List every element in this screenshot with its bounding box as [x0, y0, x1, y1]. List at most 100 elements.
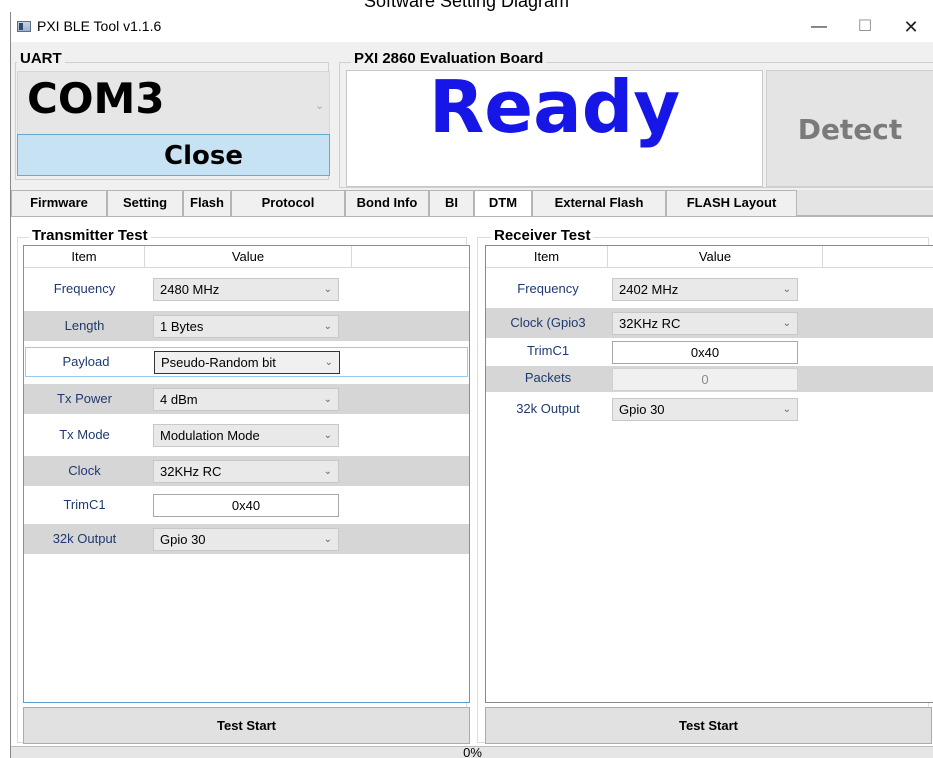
rx-trimc1-input[interactable]: 0x40 — [612, 341, 798, 364]
board-group-title: PXI 2860 Evaluation Board — [351, 50, 547, 67]
trimc1-input[interactable]: 0x40 — [153, 494, 339, 517]
minimize-button[interactable]: — — [796, 12, 842, 42]
chevron-down-icon: ⌄ — [782, 404, 791, 415]
tab-bi[interactable]: BI — [429, 190, 474, 216]
close-window-button[interactable]: ✕ — [888, 12, 933, 42]
dtm-tab-content: Transmitter Test Item Value Frequency 24… — [11, 216, 933, 748]
select-value: Gpio 30 — [619, 402, 665, 417]
select-value: 32KHz RC — [619, 316, 681, 331]
table-row: Tx Power 4 dBm ⌄ — [24, 384, 469, 414]
chevron-down-icon: ⌄ — [315, 100, 325, 112]
row-label: TrimC1 — [63, 497, 106, 512]
table-row: TrimC1 0x40 — [486, 338, 933, 364]
chevron-down-icon: ⌄ — [782, 318, 791, 329]
row-label: Payload — [62, 354, 110, 369]
board-status-panel: Ready — [346, 70, 763, 187]
tab-firmware[interactable]: Firmware — [11, 190, 107, 216]
chevron-down-icon: ⌄ — [323, 430, 332, 441]
row-label: Packets — [524, 370, 572, 385]
table-row: Payload Pseudo-Random bit ⌄ — [25, 347, 468, 377]
row-label: Clock (Gpio3 — [510, 315, 586, 330]
app-window: PXI BLE Tool v1.1.6 — ☐ ✕ UART COM3 ⌄ Cl… — [10, 12, 933, 758]
tab-dtm[interactable]: DTM — [474, 190, 532, 217]
select-value: Gpio 30 — [160, 532, 206, 547]
table-row: Packets 0 — [486, 366, 933, 392]
row-label: Length — [64, 318, 105, 333]
chevron-down-icon: ⌄ — [323, 284, 332, 295]
column-header-item: Item — [24, 246, 145, 268]
packets-count: 0 — [612, 368, 798, 391]
32k-output-select[interactable]: Gpio 30 ⌄ — [153, 528, 339, 551]
table-row: Tx Mode Modulation Mode ⌄ — [24, 420, 469, 450]
row-label: 32k Output — [516, 401, 580, 416]
row-label: Clock — [68, 463, 101, 478]
row-label: Tx Mode — [59, 427, 110, 442]
tx-power-select[interactable]: 4 dBm ⌄ — [153, 388, 339, 411]
clock-select[interactable]: 32KHz RC ⌄ — [153, 460, 339, 483]
rx-clock-select[interactable]: 32KHz RC ⌄ — [612, 312, 798, 335]
maximize-button[interactable]: ☐ — [842, 12, 888, 42]
rx-32k-output-select[interactable]: Gpio 30 ⌄ — [612, 398, 798, 421]
chevron-down-icon: ⌄ — [323, 321, 332, 332]
payload-select[interactable]: Pseudo-Random bit ⌄ — [154, 351, 340, 374]
app-window-icon — [17, 21, 31, 32]
tab-bar-fill — [797, 190, 933, 216]
chevron-down-icon: ⌄ — [323, 534, 332, 545]
close-port-button[interactable]: Close — [17, 134, 330, 176]
transmitter-table: Item Value Frequency 2480 MHz ⌄ Length 1 … — [23, 245, 470, 703]
transmitter-table-header: Item Value — [24, 246, 469, 268]
transmitter-test-start-button[interactable]: Test Start — [23, 707, 470, 744]
uart-group-title: UART — [17, 50, 65, 67]
detect-button[interactable]: Detect — [766, 70, 933, 187]
table-row: Clock 32KHz RC ⌄ — [24, 456, 469, 486]
tx-mode-select[interactable]: Modulation Mode ⌄ — [153, 424, 339, 447]
status-bar: 0% — [11, 745, 933, 758]
tab-protocol[interactable]: Protocol — [231, 190, 345, 216]
window-title: PXI BLE Tool v1.1.6 — [37, 18, 162, 34]
table-row: 32k Output Gpio 30 ⌄ — [24, 524, 469, 554]
receiver-table-header: Item Value — [486, 246, 933, 268]
row-label: Tx Power — [57, 391, 112, 406]
row-label: Frequency — [53, 281, 116, 296]
select-value: 1 Bytes — [160, 319, 204, 334]
chevron-down-icon: ⌄ — [324, 357, 333, 368]
tab-flash-layout[interactable]: FLASH Layout — [666, 190, 797, 216]
table-row: Frequency 2480 MHz ⌄ — [24, 274, 469, 304]
row-label: TrimC1 — [526, 343, 570, 358]
tab-flash[interactable]: Flash — [183, 190, 231, 216]
row-label: Frequency — [517, 281, 579, 296]
tab-bar: Firmware Setting Flash Protocol Bond Inf… — [11, 190, 933, 217]
frequency-select[interactable]: 2480 MHz ⌄ — [153, 278, 339, 301]
receiver-test-start-button[interactable]: Test Start — [485, 707, 932, 744]
tab-setting[interactable]: Setting — [107, 190, 183, 216]
transmitter-title: Transmitter Test — [29, 227, 151, 244]
table-row: Length 1 Bytes ⌄ — [24, 311, 469, 341]
receiver-title: Receiver Test — [491, 227, 594, 244]
column-header-value: Value — [145, 246, 352, 268]
select-value: 4 dBm — [160, 392, 198, 407]
figure-caption: Software Setting Diagram — [363, 0, 570, 11]
receiver-table: Item Value Frequency 2402 MHz ⌄ Clock (Gp… — [485, 245, 933, 703]
table-row: TrimC1 0x40 — [24, 490, 469, 520]
board-status-text: Ready — [428, 70, 681, 149]
com-port-value: COM3 — [27, 74, 165, 123]
table-row: 32k Output Gpio 30 ⌄ — [486, 394, 933, 424]
tab-external-flash[interactable]: External Flash — [532, 190, 666, 216]
tab-bond-info[interactable]: Bond Info — [345, 190, 429, 216]
column-header-value: Value — [608, 246, 823, 268]
chevron-down-icon: ⌄ — [323, 394, 332, 405]
length-select[interactable]: 1 Bytes ⌄ — [153, 315, 339, 338]
select-value: 2402 MHz — [619, 282, 679, 297]
select-value: Modulation Mode — [160, 428, 260, 443]
select-value: Pseudo-Random bit — [161, 355, 276, 370]
title-bar: PXI BLE Tool v1.1.6 — ☐ ✕ — [11, 12, 933, 42]
rx-frequency-select[interactable]: 2402 MHz ⌄ — [612, 278, 798, 301]
column-header-item: Item — [486, 246, 608, 268]
row-label: 32k Output — [52, 531, 117, 546]
table-row: Frequency 2402 MHz ⌄ — [486, 274, 933, 304]
progress-text: 0% — [463, 745, 482, 758]
select-value: 2480 MHz — [160, 282, 220, 297]
select-value: 32KHz RC — [160, 464, 222, 479]
chevron-down-icon: ⌄ — [782, 284, 791, 295]
chevron-down-icon: ⌄ — [323, 466, 332, 477]
